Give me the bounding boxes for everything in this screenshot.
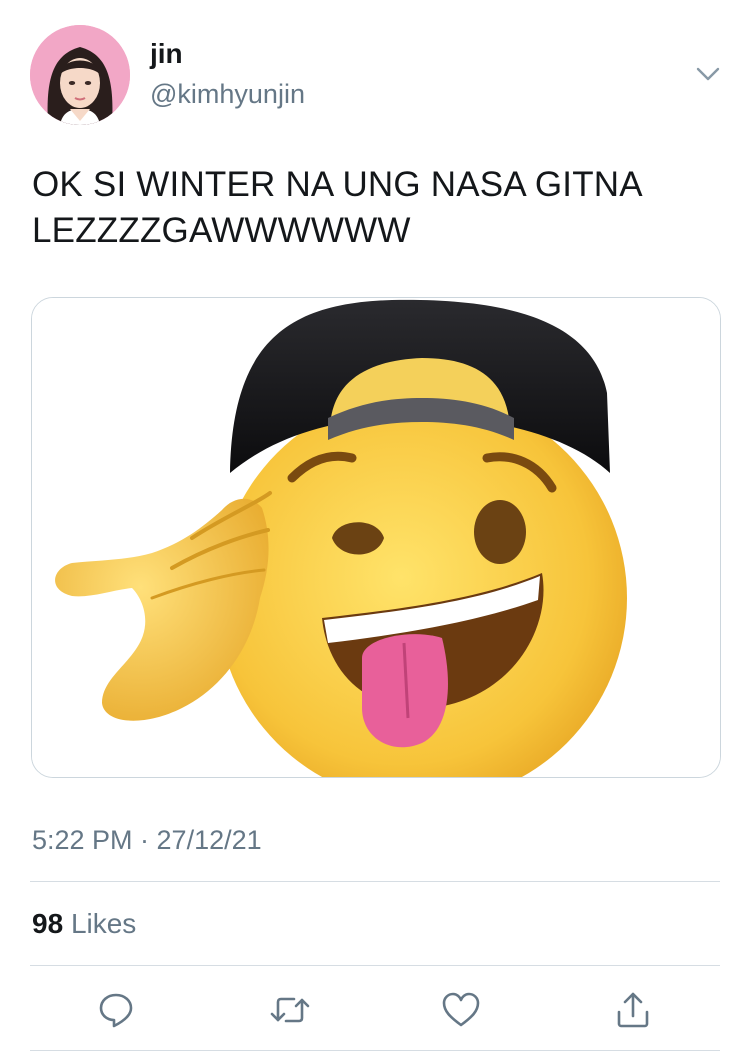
display-name[interactable]: jin [150,38,183,70]
tweet-text: OK SI WINTER NA UNG NASA GITNA LEZZZZGAW… [32,162,722,254]
retweet-button[interactable] [268,988,312,1032]
reply-icon [99,993,133,1028]
tweet-card: jin @kimhyunjin OK SI WINTER NA UNG NASA… [0,0,750,1054]
avatar[interactable] [30,25,130,125]
tweet-timestamp[interactable]: 5:22 PM · 27/12/21 [32,823,262,857]
user-handle[interactable]: @kimhyunjin [150,78,305,110]
media-image[interactable] [31,297,721,778]
tweet-text-line-2: LEZZZZGAWWWWWW [32,211,411,250]
tweet-text-line-1: OK SI WINTER NA UNG NASA GITNA [32,165,643,204]
chevron-down-icon[interactable] [692,58,724,90]
share-button[interactable] [611,988,655,1032]
retweet-icon [270,997,310,1023]
heart-icon [442,992,480,1027]
likes-label: Likes [70,908,137,939]
divider [30,1050,720,1051]
likes-stat[interactable]: 98 Likes [32,907,136,941]
avatar-image [30,25,130,125]
likes-count: 98 [32,908,64,939]
divider [30,881,720,882]
share-icon [617,992,649,1028]
divider [30,965,720,966]
emoji-salute-image [32,298,720,777]
like-button[interactable] [439,988,483,1032]
reply-button[interactable] [94,988,138,1032]
